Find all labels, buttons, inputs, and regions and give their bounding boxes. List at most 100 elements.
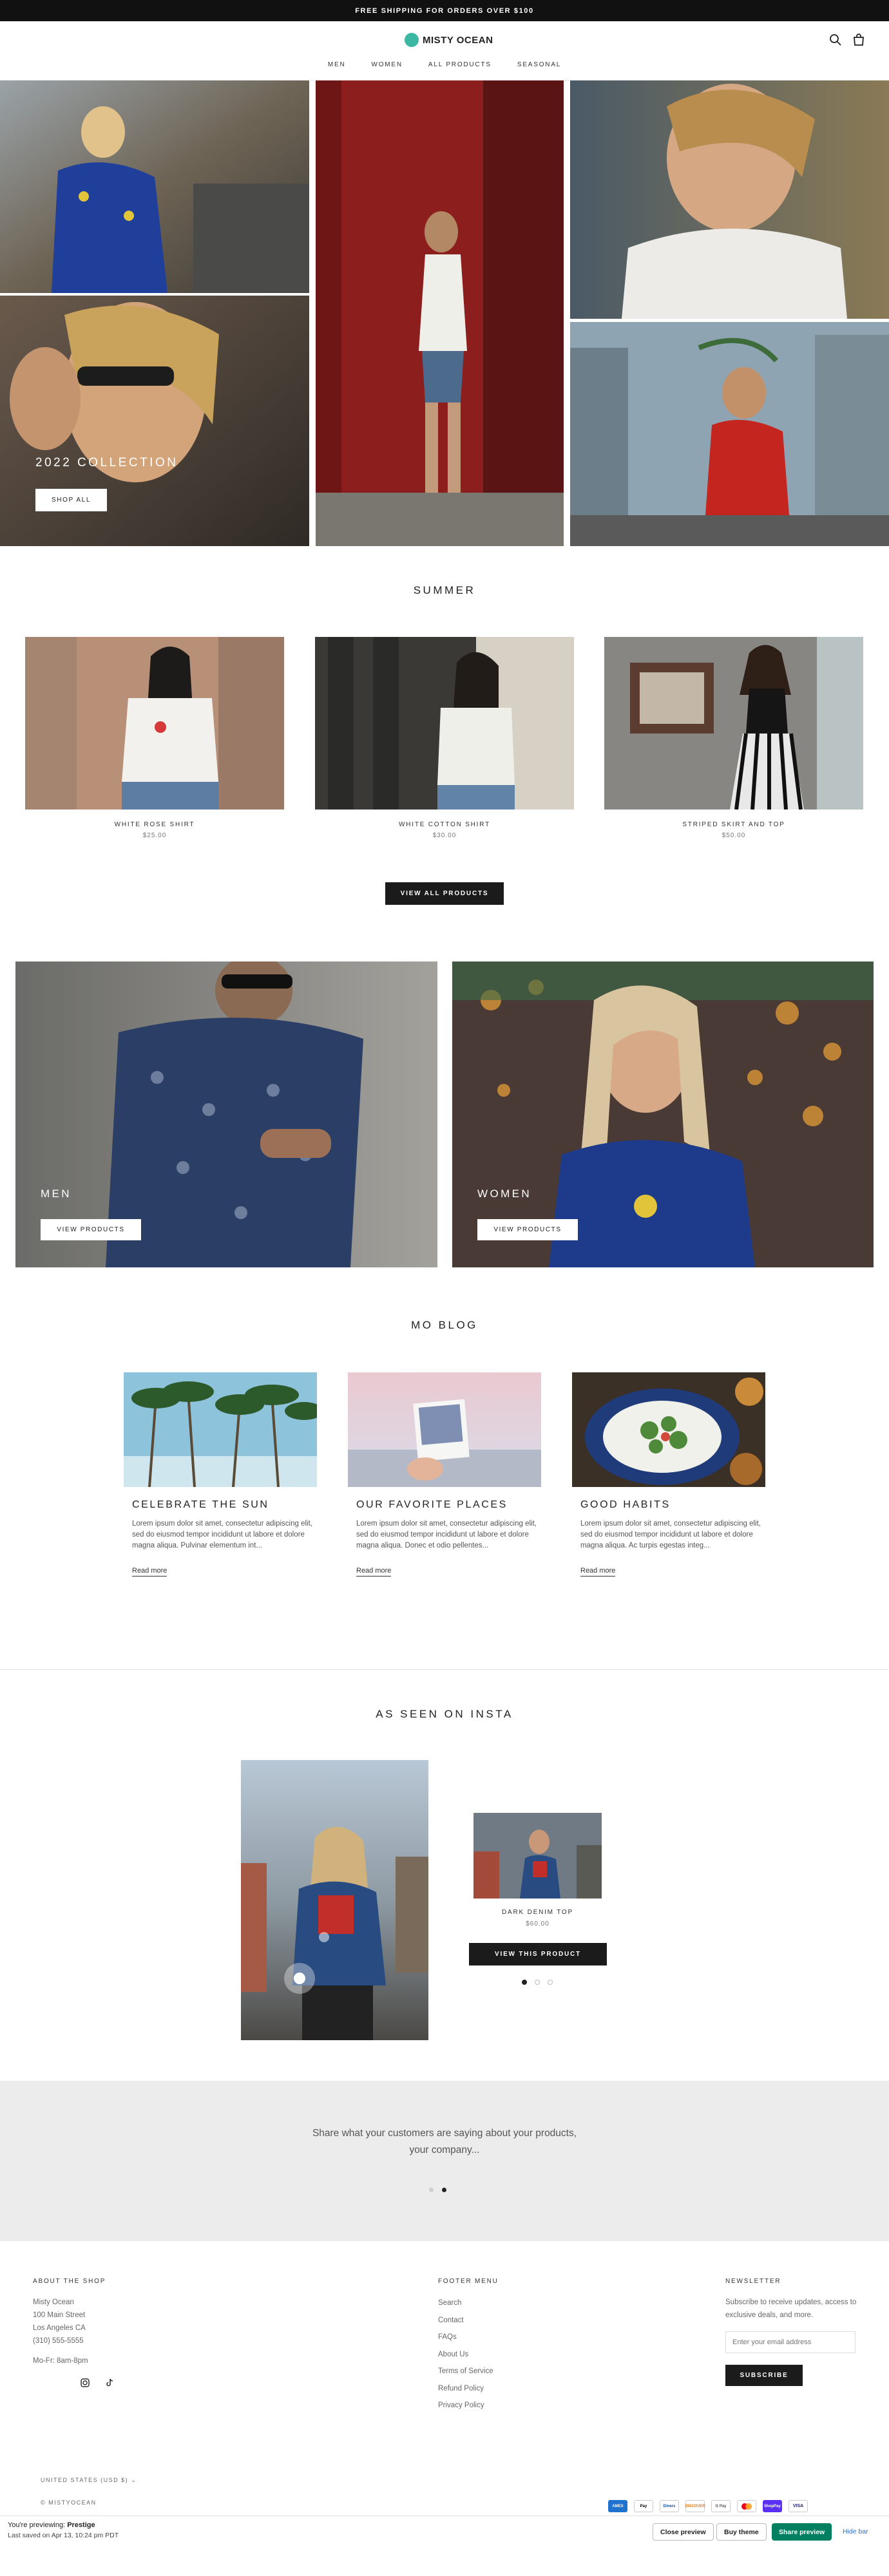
brand-name: MISTY OCEAN	[423, 34, 493, 46]
blog-image-celebrate-the-sun[interactable]	[124, 1372, 317, 1487]
instagram-icon[interactable]	[81, 2378, 90, 2387]
collection-title-women: WOMEN	[477, 1188, 532, 1200]
newsletter-heading: NEWSLETTER	[725, 2278, 781, 2285]
address-line: 100 Main Street	[33, 2311, 86, 2319]
blog-title[interactable]: GOOD HABITS	[580, 1499, 671, 1511]
view-products-women-button[interactable]: VIEW PRODUCTS	[477, 1219, 578, 1240]
product-image-white-rose-shirt[interactable]	[25, 637, 284, 810]
preview-bar: You're previewing: Prestige Last saved o…	[0, 2515, 889, 2548]
insta-heading: AS SEEN ON INSTA	[376, 1708, 513, 1720]
product-image-striped-skirt-and-top[interactable]	[604, 637, 863, 810]
blog-heading: MO BLOG	[411, 1319, 478, 1331]
amex-icon: AMEX	[608, 2500, 627, 2512]
insta-product-price: $60.00	[526, 1920, 550, 1927]
footer-link-terms[interactable]: Terms of Service	[438, 2363, 493, 2380]
insta-lookbook-image	[241, 1760, 428, 2040]
nav-item-all-products[interactable]: ALL PRODUCTS	[428, 61, 492, 71]
summer-heading: SUMMER	[413, 584, 476, 596]
carousel-dot[interactable]	[535, 1980, 540, 1985]
subscribe-button[interactable]: SUBSCRIBE	[725, 2365, 803, 2386]
section-divider	[0, 1669, 889, 1670]
collection-title-men: MEN	[41, 1188, 72, 1200]
view-products-men-button[interactable]: VIEW PRODUCTS	[41, 1219, 141, 1240]
mastercard-icon	[737, 2500, 756, 2512]
view-all-products-button[interactable]: VIEW ALL PRODUCTS	[385, 882, 504, 905]
nav-item-men[interactable]: MEN	[328, 61, 346, 71]
cart-icon[interactable]	[852, 33, 866, 47]
carousel-dot-active[interactable]	[522, 1980, 527, 1985]
footer-hours: Mo-Fr: 8am-8pm	[33, 2357, 88, 2365]
testimonial-line-1: Share what your customers are saying abo…	[312, 2128, 577, 2139]
footer-link-about-us[interactable]: About Us	[438, 2346, 493, 2363]
footer-link-privacy[interactable]: Privacy Policy	[438, 2397, 493, 2414]
view-this-product-button[interactable]: VIEW THIS PRODUCT	[469, 1943, 607, 1965]
insta-product-name[interactable]: DARK DENIM TOP	[473, 1909, 602, 1916]
read-more-link[interactable]: Read more	[580, 1567, 616, 1577]
hero-image-4	[570, 80, 889, 319]
carousel-dot[interactable]	[548, 1980, 553, 1985]
footer-link-faqs[interactable]: FAQs	[438, 2329, 493, 2346]
shop-all-button[interactable]: SHOP ALL	[35, 489, 107, 511]
payment-icons: AMEX Pay Diners DISCOVER G Pay ShopPay V…	[608, 2500, 808, 2512]
address-line: Misty Ocean	[33, 2298, 74, 2306]
product-name[interactable]: WHITE ROSE SHIRT	[25, 821, 284, 828]
search-icon[interactable]	[828, 33, 843, 47]
logo[interactable]: MISTY OCEAN	[405, 30, 493, 50]
footer-menu: Search Contact FAQs About Us Terms of Se…	[438, 2295, 493, 2414]
tiktok-icon[interactable]	[105, 2378, 114, 2387]
blog-image-our-favorite-places[interactable]	[348, 1372, 541, 1487]
blog-excerpt: Lorem ipsum dolor sit amet, consectetur …	[356, 1520, 537, 1549]
discover-icon: DISCOVER	[685, 2500, 705, 2512]
copyright: © MISTYOCEAN	[41, 2499, 97, 2506]
product-price: $50.00	[722, 832, 746, 839]
testimonials-section	[0, 2081, 889, 2241]
footer-about-address: Misty Ocean 100 Main Street Los Angeles …	[33, 2296, 86, 2347]
site-header: MISTY OCEAN MEN WOMEN ALL PRODUCTS SEASO…	[0, 21, 889, 80]
footer-menu-heading: FOOTER MENU	[438, 2278, 499, 2285]
footer-link-contact[interactable]: Contact	[438, 2312, 493, 2329]
product-name[interactable]: WHITE COTTON SHIRT	[315, 821, 574, 828]
preview-label-text: You're previewing:	[8, 2521, 66, 2529]
product-name[interactable]: STRIPED SKIRT AND TOP	[604, 821, 863, 828]
product-image-white-cotton-shirt[interactable]	[315, 637, 574, 810]
product-price: $25.00	[142, 832, 167, 839]
hero-title: 2022 COLLECTION	[35, 456, 178, 469]
preview-theme-name: Prestige	[67, 2521, 95, 2529]
visa-icon: VISA	[789, 2500, 808, 2512]
close-preview-button[interactable]: Close preview	[653, 2523, 714, 2541]
hero-image-5	[570, 322, 889, 546]
footer-link-search[interactable]: Search	[438, 2295, 493, 2312]
address-line: (310) 555-5555	[33, 2337, 84, 2345]
hotspot-dot[interactable]	[294, 1973, 305, 1984]
newsletter-email-input[interactable]	[725, 2331, 856, 2353]
nav-item-women[interactable]: WOMEN	[371, 61, 402, 71]
insta-product-image[interactable]	[473, 1813, 602, 1899]
blog-title[interactable]: CELEBRATE THE SUN	[132, 1499, 269, 1511]
testimonial-dot[interactable]	[429, 2188, 434, 2192]
blog-title[interactable]: OUR FAVORITE PLACES	[356, 1499, 508, 1511]
read-more-link[interactable]: Read more	[356, 1567, 392, 1577]
blog-image-good-habits[interactable]	[572, 1372, 765, 1487]
testimonial-text: Share what your customers are saying abo…	[0, 2125, 889, 2159]
blog-excerpt: Lorem ipsum dolor sit amet, consectetur …	[580, 1520, 761, 1549]
country-selector[interactable]: UNITED STATES (USD $) ⌄	[41, 2477, 137, 2484]
buy-theme-button[interactable]: Buy theme	[716, 2523, 767, 2541]
product-price: $30.00	[432, 832, 457, 839]
share-preview-button[interactable]: Share preview	[772, 2523, 832, 2541]
announcement-bar: FREE SHIPPING FOR ORDERS OVER $100	[0, 0, 889, 21]
hotspot-dot-small[interactable]	[319, 1932, 329, 1942]
country-label: UNITED STATES (USD $)	[41, 2477, 129, 2483]
newsletter-text: Subscribe to receive updates, access to …	[725, 2296, 856, 2322]
testimonial-line-2: your company...	[409, 2145, 480, 2155]
apple-pay-icon: Pay	[634, 2500, 653, 2512]
preview-label: You're previewing: Prestige	[8, 2521, 95, 2529]
testimonial-dot-active[interactable]	[442, 2188, 446, 2192]
footer-link-refund[interactable]: Refund Policy	[438, 2380, 493, 2398]
newsletter-text-line: Subscribe to receive updates, access to	[725, 2298, 857, 2306]
hero-image-1	[0, 80, 309, 293]
google-pay-icon: G Pay	[711, 2500, 731, 2512]
read-more-link[interactable]: Read more	[132, 1567, 167, 1577]
nav-item-seasonal[interactable]: SEASONAL	[517, 61, 561, 71]
chevron-down-icon: ⌄	[131, 2477, 137, 2483]
hide-bar-link[interactable]: Hide bar	[843, 2528, 868, 2535]
